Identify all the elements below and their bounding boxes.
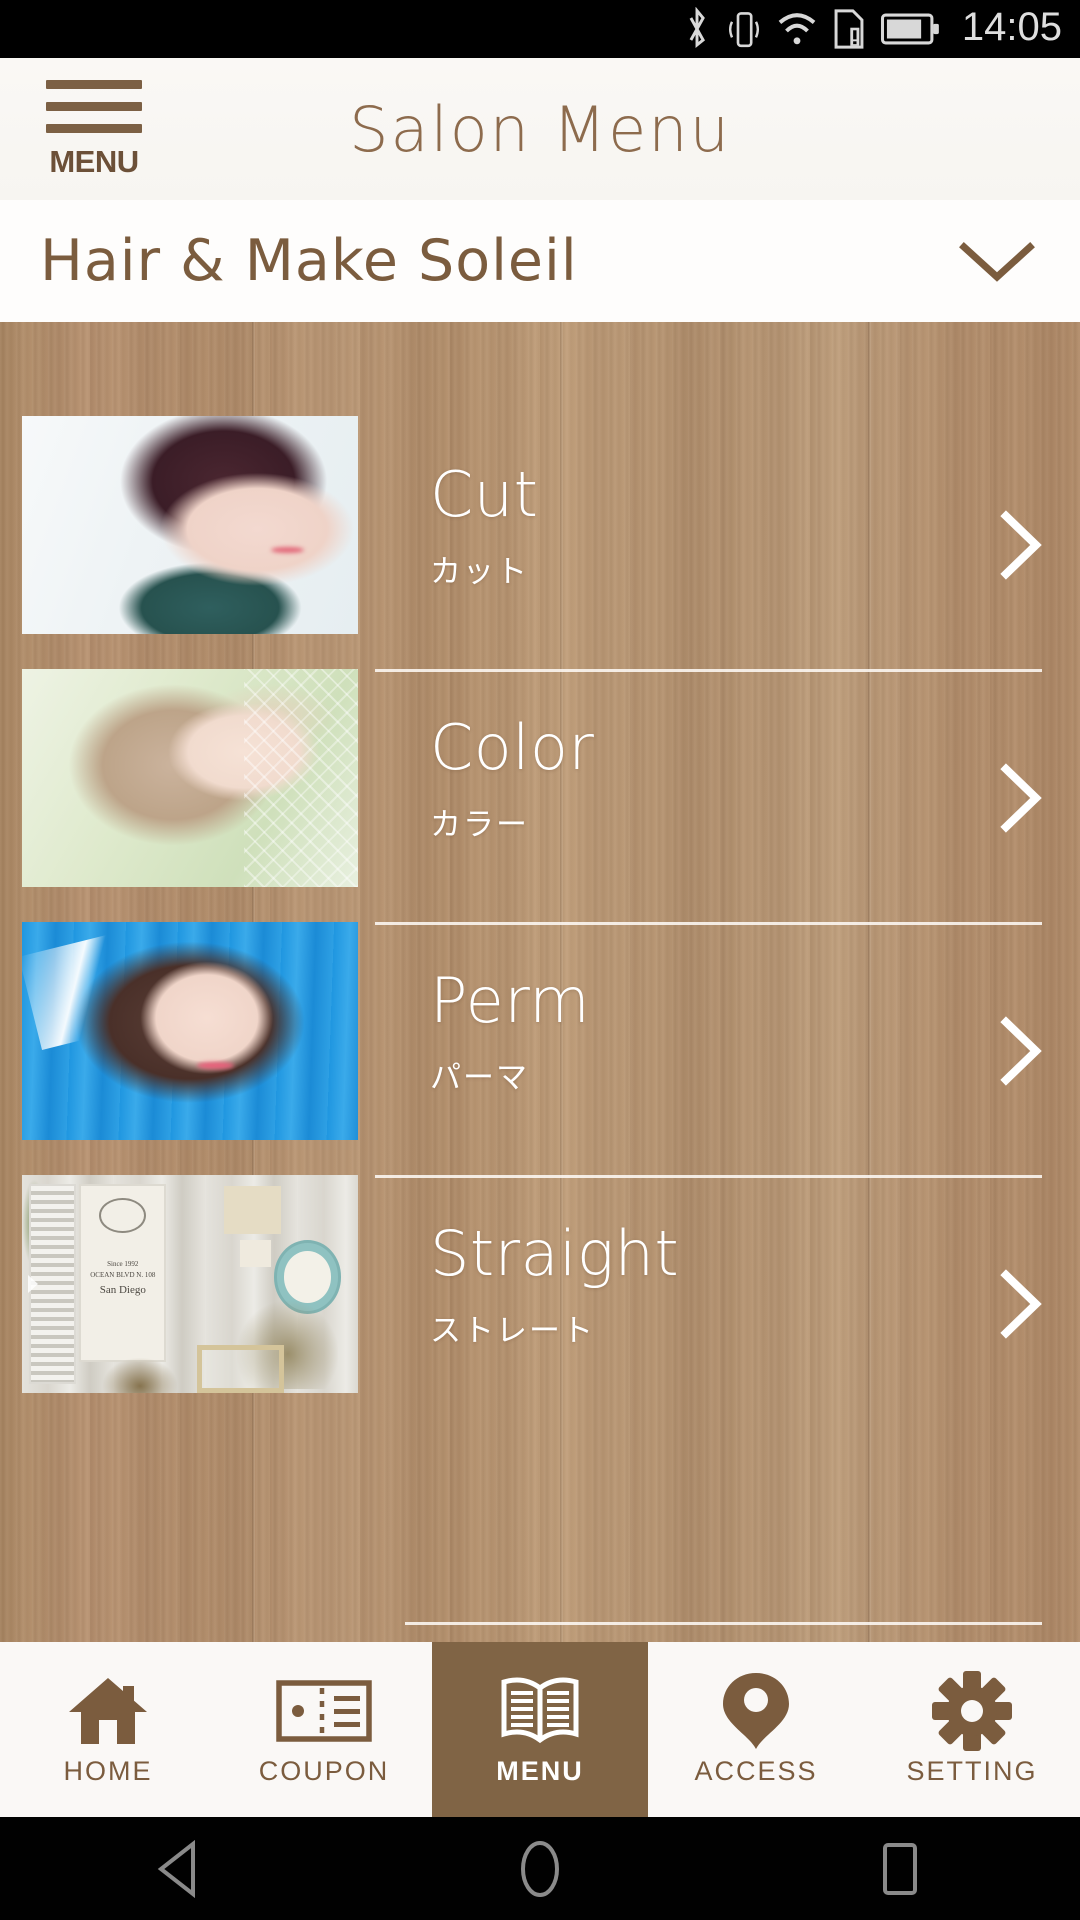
back-triangle-icon[interactable] [120,1817,240,1920]
menu-title-jp: ストレート [430,1313,595,1349]
chevron-right-icon[interactable] [992,508,1048,582]
bluetooth-icon [682,7,712,51]
decor [270,546,305,554]
salon-name: Hair & Make Soleil [40,228,578,294]
sign-line-4: San Diego [99,1284,146,1297]
decor [223,1185,281,1234]
decor [243,669,358,887]
tab-coupon[interactable]: COUPON [216,1642,432,1817]
book-icon [494,1672,586,1750]
menu-title-en: Cut [430,458,539,531]
menu-list: Cut カット Color カラー Perm パーマ Straight ストレー… [370,322,1080,1642]
tab-setting[interactable]: SETTING [864,1642,1080,1817]
chevron-right-icon[interactable] [992,1267,1048,1341]
menu-row-inner: Perm パーマ [400,922,1080,1175]
decor [240,1240,271,1267]
thumbnail-image-cut [22,416,358,634]
bottom-tab-bar: HOME COUPON MENU ACCESS SETTING [0,1642,1080,1817]
tab-label: COUPON [258,1756,390,1786]
menu-title-en: Perm [430,964,591,1037]
phone-screen: 14:05 Salon Menu MENU Hair & Make Soleil [0,0,1080,1920]
thumbnail-column: Since 1992 OCEAN BLVD N. 108 San Diego [0,322,370,1642]
decor [196,1345,285,1393]
hamburger-label: MENU [49,144,139,179]
menu-row-cut[interactable]: Cut カット [370,416,1080,669]
chevron-right-icon[interactable] [992,761,1048,835]
sign-line-3: OCEAN BLVD N. 108 [90,1270,156,1279]
thumbnail-image-straight: Since 1992 OCEAN BLVD N. 108 San Diego [22,1175,358,1393]
menu-thumbnail-straight[interactable]: Since 1992 OCEAN BLVD N. 108 San Diego [22,1175,358,1393]
decor [102,1358,177,1393]
tab-label: SETTING [906,1756,1038,1786]
menu-row-inner: Color カラー [400,669,1080,922]
gear-icon [930,1671,1014,1751]
home-circle-icon[interactable] [480,1817,600,1920]
hamburger-bar-1 [46,80,142,89]
hamburger-bar-2 [46,102,142,111]
tab-home[interactable]: HOME [0,1642,216,1817]
salon-photo-sign: Since 1992 OCEAN BLVD N. 108 San Diego [79,1183,167,1363]
wifi-icon [776,8,818,50]
menu-title-jp: カット [430,554,529,590]
tab-label: MENU [496,1756,584,1786]
menu-row-color[interactable]: Color カラー [370,669,1080,922]
menu-row-perm[interactable]: Perm パーマ [370,922,1080,1175]
menu-content-area: Since 1992 OCEAN BLVD N. 108 San Diego C… [0,322,1080,1642]
chevron-right-icon[interactable] [992,1014,1048,1088]
decor [99,1197,147,1233]
chevron-down-icon[interactable] [954,233,1040,289]
tab-label: ACCESS [694,1756,818,1786]
menu-title-jp: カラー [430,807,529,843]
menu-row-straight[interactable]: Straight ストレート [370,1175,1080,1428]
tab-menu[interactable]: MENU [432,1642,648,1817]
vibrate-icon [726,7,762,51]
menu-title-en: Straight [430,1217,680,1290]
salon-selector[interactable]: Hair & Make Soleil [0,200,1080,322]
hamburger-menu-button[interactable]: MENU [46,80,142,180]
menu-thumbnail-perm[interactable] [22,922,358,1140]
sim-card-icon [832,7,866,51]
tab-access[interactable]: ACCESS [648,1642,864,1817]
app-bar: Salon Menu MENU [0,58,1080,200]
menu-title-en: Color [430,711,595,784]
decor [22,933,134,1050]
sign-line-2: Since 1992 [107,1260,139,1269]
menu-row-inner: Cut カット [400,416,1080,669]
carousel-prev-icon[interactable] [22,1175,44,1393]
recents-square-icon[interactable] [840,1817,960,1920]
system-navigation-bar [0,1817,1080,1920]
menu-title-jp: パーマ [430,1060,529,1096]
tab-label: HOME [63,1756,153,1786]
menu-thumbnail-cut[interactable] [22,416,358,634]
status-bar: 14:05 [0,0,1080,58]
salon-sign-text: Since 1992 OCEAN BLVD N. 108 San Diego [88,1259,158,1299]
home-icon [65,1672,151,1750]
menu-row-inner: Straight ストレート [400,1175,1080,1428]
page-title: Salon Menu [349,92,731,166]
menu-divider [405,1622,1042,1625]
status-time: 14:05 [961,5,1062,49]
hamburger-bar-3 [46,124,142,133]
ticket-icon [276,1672,372,1750]
menu-thumbnail-color[interactable] [22,669,358,887]
thumbnail-image-color [22,669,358,887]
thumbnail-image-perm [22,922,358,1140]
battery-icon [880,10,942,48]
map-pin-icon [719,1672,793,1750]
decor [196,1061,234,1070]
